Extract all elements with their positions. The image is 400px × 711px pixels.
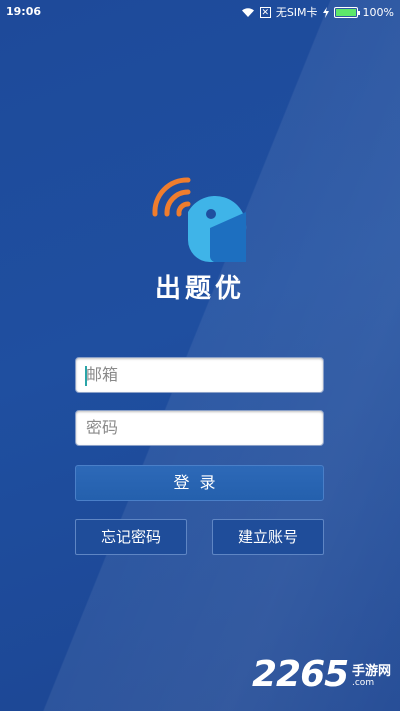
login-button[interactable]: 登录	[75, 465, 324, 501]
carrier-text: 无SIM卡	[275, 6, 318, 19]
text-caret	[85, 366, 87, 386]
app-name: 出题优	[154, 274, 245, 304]
charging-icon	[322, 6, 329, 18]
watermark-url: .com	[352, 678, 375, 688]
forgot-password-button[interactable]: 忘记密码	[75, 519, 187, 555]
watermark-site-name: 手游网	[352, 664, 392, 679]
no-sim-icon: ✕	[259, 6, 271, 18]
status-time: 19:06	[6, 5, 42, 18]
email-placeholder: 邮箱	[86, 365, 119, 384]
password-placeholder: 密码	[86, 418, 119, 437]
password-input[interactable]: 密码	[75, 410, 324, 446]
app-logo-icon	[152, 177, 247, 262]
watermark-logo: 2265 手游网 .com	[252, 654, 391, 695]
watermark-number: 2265	[252, 654, 349, 695]
email-input[interactable]: 邮箱	[75, 357, 324, 393]
status-bar: 19:06 ✕ 无SIM卡 100%	[0, 0, 400, 22]
background-sheen	[0, 0, 400, 711]
status-indicators: ✕ 无SIM卡 100%	[241, 4, 394, 20]
wifi-icon	[241, 7, 254, 17]
register-button[interactable]: 建立账号	[212, 519, 324, 555]
battery-percent: 100%	[362, 5, 394, 19]
battery-icon	[333, 6, 360, 18]
